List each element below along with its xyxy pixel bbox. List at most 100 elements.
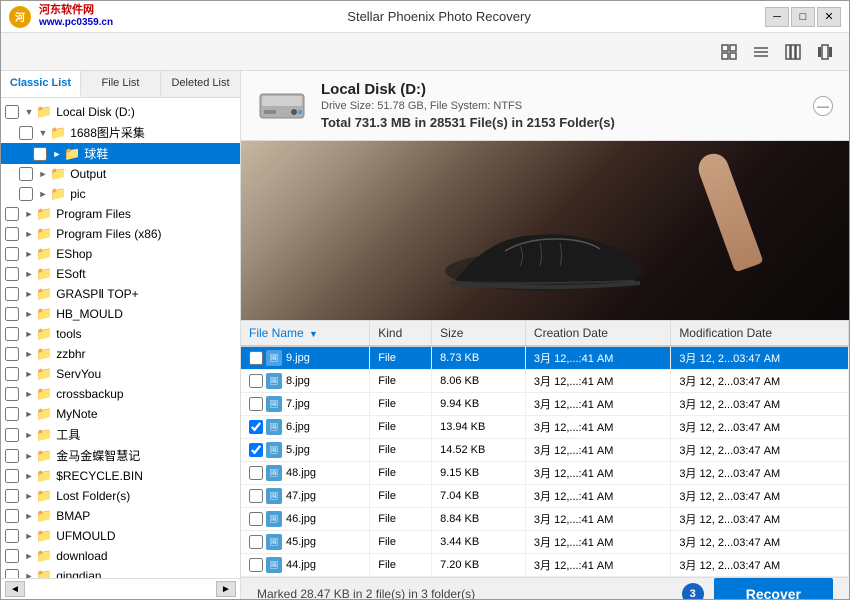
file-checkbox[interactable]: [249, 374, 263, 388]
tree-item-servyou[interactable]: ► 📁 ServYou: [1, 364, 240, 384]
table-row[interactable]: 🖼46.jpgFile8.84 KB3月 12,...:41 AM3月 12, …: [241, 508, 849, 531]
tree-item-qingdian[interactable]: ► 📁 qingdian: [1, 566, 240, 578]
table-row[interactable]: 🖼48.jpgFile9.15 KB3月 12,...:41 AM3月 12, …: [241, 462, 849, 485]
tree-checkbox-local-disk[interactable]: [5, 105, 19, 119]
tree-item-gongju[interactable]: ► 📁 工具: [1, 424, 240, 445]
columns-view-button[interactable]: [779, 38, 807, 66]
minimize-button[interactable]: ─: [765, 7, 789, 27]
file-checkbox[interactable]: [249, 351, 263, 365]
tree-arrow-crossbackup[interactable]: ►: [22, 389, 36, 399]
tree-checkbox-programfiles[interactable]: [5, 207, 19, 221]
col-kind[interactable]: Kind: [370, 321, 432, 346]
grid-view-button[interactable]: [715, 38, 743, 66]
tree-checkbox-zzbhr[interactable]: [5, 347, 19, 361]
tree-arrow-grasp[interactable]: ►: [22, 289, 36, 299]
table-row[interactable]: 🖼44.jpgFile7.20 KB3月 12,...:41 AM3月 12, …: [241, 554, 849, 577]
tree-arrow-tools[interactable]: ►: [22, 329, 36, 339]
maximize-button[interactable]: □: [791, 7, 815, 27]
tree-arrow-output[interactable]: ►: [36, 169, 50, 179]
tree-item-ufmould[interactable]: ► 📁 UFMOULD: [1, 526, 240, 546]
tree-arrow-pic[interactable]: ►: [36, 189, 50, 199]
tree-item-output[interactable]: ► 📁 Output: [1, 164, 240, 184]
file-checkbox[interactable]: [249, 397, 263, 411]
scroll-right-button[interactable]: ►: [216, 581, 236, 597]
tree-arrow-gongju[interactable]: ►: [22, 430, 36, 440]
list-view-button[interactable]: [747, 38, 775, 66]
tree-arrow-bmap[interactable]: ►: [22, 511, 36, 521]
tree-item-qiuxie[interactable]: ► 📁 球鞋: [1, 143, 240, 164]
tree-checkbox-recycle[interactable]: [5, 469, 19, 483]
table-row[interactable]: 🖼7.jpgFile9.94 KB3月 12,...:41 AM3月 12, 2…: [241, 393, 849, 416]
tree-arrow-ufmould[interactable]: ►: [22, 531, 36, 541]
tree-checkbox-1688[interactable]: [19, 126, 33, 140]
tree-item-recycle[interactable]: ► 📁 $RECYCLE.BIN: [1, 466, 240, 486]
tree-item-bmap[interactable]: ► 📁 BMAP: [1, 506, 240, 526]
table-row[interactable]: 🖼47.jpgFile7.04 KB3月 12,...:41 AM3月 12, …: [241, 485, 849, 508]
tree-item-esoft[interactable]: ► 📁 ESoft: [1, 264, 240, 284]
tree-checkbox-eshop[interactable]: [5, 247, 19, 261]
tree-item-mynote[interactable]: ► 📁 MyNote: [1, 404, 240, 424]
tree-item-download[interactable]: ► 📁 download: [1, 546, 240, 566]
tree-item-pic[interactable]: ► 📁 pic: [1, 184, 240, 204]
tree-checkbox-qingdian[interactable]: [5, 569, 19, 578]
tree-checkbox-jmhj[interactable]: [5, 449, 19, 463]
tree-checkbox-servyou[interactable]: [5, 367, 19, 381]
file-table-scroll[interactable]: File Name ▼ Kind Size: [241, 321, 849, 577]
tree-container[interactable]: ▼ 📁 Local Disk (D:) ▼ 📁 1688图片采集 ►: [1, 98, 240, 578]
table-row[interactable]: 🖼5.jpgFile14.52 KB3月 12,...:41 AM3月 12, …: [241, 439, 849, 462]
tree-arrow-download[interactable]: ►: [22, 551, 36, 561]
tree-item-lostfolder[interactable]: ► 📁 Lost Folder(s): [1, 486, 240, 506]
tree-checkbox-crossbackup[interactable]: [5, 387, 19, 401]
tree-arrow-lostfolder[interactable]: ►: [22, 491, 36, 501]
recover-button[interactable]: Recover: [714, 578, 833, 599]
tab-classic-list[interactable]: Classic List: [1, 71, 81, 97]
tree-item-grasp[interactable]: ► 📁 GRASPⅡ TOP+: [1, 284, 240, 304]
tree-checkbox-programfiles86[interactable]: [5, 227, 19, 241]
table-row[interactable]: 🖼9.jpgFile8.73 KB3月 12,...:41 AM3月 12, 2…: [241, 346, 849, 370]
scroll-left-button[interactable]: ◄: [5, 581, 25, 597]
tree-checkbox-download[interactable]: [5, 549, 19, 563]
tree-checkbox-pic[interactable]: [19, 187, 33, 201]
tree-checkbox-grasp[interactable]: [5, 287, 19, 301]
close-button[interactable]: ✕: [817, 7, 841, 27]
tree-arrow-qiuxie[interactable]: ►: [50, 149, 64, 159]
tab-file-list[interactable]: File List: [81, 71, 161, 97]
tree-item-local-disk[interactable]: ▼ 📁 Local Disk (D:): [1, 102, 240, 122]
tree-item-programfiles86[interactable]: ► 📁 Program Files (x86): [1, 224, 240, 244]
tree-arrow-programfiles[interactable]: ►: [22, 209, 36, 219]
tree-item-jmhj[interactable]: ► 📁 金马金蝶智慧记: [1, 445, 240, 466]
col-creation-date[interactable]: Creation Date: [525, 321, 670, 346]
tree-arrow-hbmould[interactable]: ►: [22, 309, 36, 319]
table-row[interactable]: 🖼45.jpgFile3.44 KB3月 12,...:41 AM3月 12, …: [241, 531, 849, 554]
tree-arrow-qingdian[interactable]: ►: [22, 571, 36, 578]
tree-item-1688[interactable]: ▼ 📁 1688图片采集: [1, 122, 240, 143]
tree-arrow-eshop[interactable]: ►: [22, 249, 36, 259]
table-row[interactable]: 🖼8.jpgFile8.06 KB3月 12,...:41 AM3月 12, 2…: [241, 370, 849, 393]
file-checkbox[interactable]: [249, 558, 263, 572]
tab-deleted-list[interactable]: Deleted List: [161, 71, 240, 97]
tree-checkbox-ufmould[interactable]: [5, 529, 19, 543]
tree-arrow-servyou[interactable]: ►: [22, 369, 36, 379]
tree-arrow-1688[interactable]: ▼: [36, 128, 50, 138]
file-checkbox[interactable]: [249, 512, 263, 526]
tree-checkbox-tools[interactable]: [5, 327, 19, 341]
col-modification-date[interactable]: Modification Date: [671, 321, 849, 346]
tree-checkbox-bmap[interactable]: [5, 509, 19, 523]
filmstrip-view-button[interactable]: [811, 38, 839, 66]
file-checkbox[interactable]: [249, 489, 263, 503]
file-checkbox[interactable]: [249, 535, 263, 549]
panel-minimize[interactable]: —: [813, 96, 833, 116]
tree-arrow-zzbhr[interactable]: ►: [22, 349, 36, 359]
tree-checkbox-esoft[interactable]: [5, 267, 19, 281]
file-checkbox[interactable]: [249, 443, 263, 457]
col-size[interactable]: Size: [432, 321, 526, 346]
tree-checkbox-qiuxie[interactable]: [33, 147, 47, 161]
tree-item-eshop[interactable]: ► 📁 EShop: [1, 244, 240, 264]
col-filename[interactable]: File Name ▼: [241, 321, 370, 346]
tree-item-programfiles[interactable]: ► 📁 Program Files: [1, 204, 240, 224]
tree-arrow-programfiles86[interactable]: ►: [22, 229, 36, 239]
tree-arrow-local-disk[interactable]: ▼: [22, 107, 36, 117]
tree-checkbox-lostfolder[interactable]: [5, 489, 19, 503]
tree-checkbox-mynote[interactable]: [5, 407, 19, 421]
tree-checkbox-output[interactable]: [19, 167, 33, 181]
